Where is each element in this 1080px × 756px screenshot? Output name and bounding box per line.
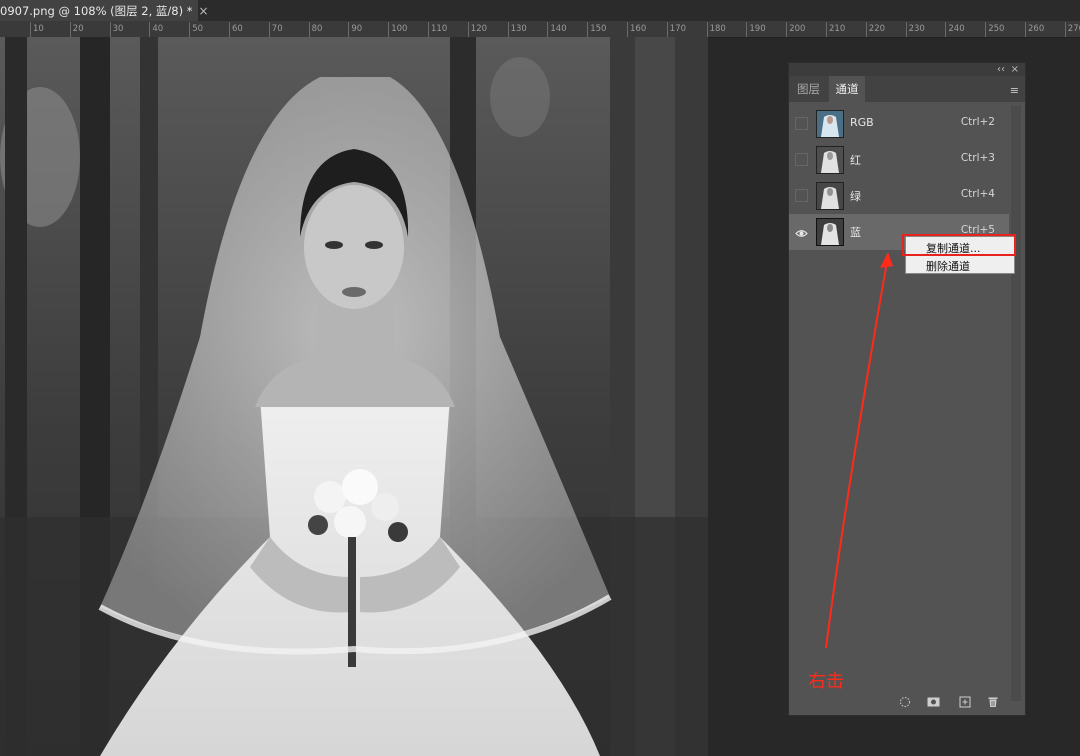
ruler-label: 180 [709,24,726,34]
ruler-label: 70 [271,24,283,34]
panel-tabs: 图层 通道 ≡ [789,76,1025,102]
photo [0,37,708,756]
ruler-tick [746,22,748,37]
collapse-icon[interactable]: ‹‹ [997,63,1005,76]
load-selection-icon[interactable] [899,693,911,707]
ruler-tick [1064,22,1066,37]
document-title: 0907.png @ 108% (图层 2, 蓝/8) * [0,3,193,18]
annotation-label: 右击 [808,671,844,692]
panel-menu-icon[interactable]: ≡ [1010,84,1019,97]
ruler-tick [268,22,270,37]
ruler-label: 220 [868,24,886,34]
channel-name: 绿 [850,190,861,203]
ruler-tick [308,22,310,37]
new-channel-icon[interactable] [959,693,971,708]
save-selection-icon[interactable] [927,693,940,707]
ruler-label: 190 [749,24,766,34]
horizontal-ruler[interactable]: 10 20 30 40 50 60 70 80 90 100 110 120 130 140 150 160 1… [0,21,1080,38]
ruler-label: 10 [33,24,44,34]
channel-thumbnail [816,218,844,246]
ruler-label: 170 [669,24,687,34]
ruler-tick [865,22,867,37]
ruler-tick [587,22,589,37]
ruler-tick [786,22,788,37]
ruler-tick [1025,22,1026,37]
channel-shortcut: Ctrl+4 [960,188,995,200]
ruler-label: 210 [829,24,846,34]
channel-shortcut: Ctrl+2 [960,116,995,128]
ruler-label: 230 [908,24,925,34]
ruler-tick [388,22,390,37]
channel-thumbnail [816,182,844,210]
ruler-label: 240 [948,24,965,34]
channel-row-rgb[interactable]: RGB Ctrl+2 [789,106,1009,142]
channel-row-red[interactable]: 红 Ctrl+3 [789,142,1009,178]
highlight-box [902,234,1016,256]
visibility-toggle[interactable] [795,153,808,166]
channel-name: 蓝 [850,226,861,239]
ruler-label: 260 [1028,24,1045,34]
trash-icon[interactable] [987,693,999,707]
channel-name: RGB [850,116,874,129]
ruler-tick [945,22,947,37]
ruler-label: 270 [1067,24,1080,34]
image-canvas[interactable] [0,37,708,756]
ruler-tick [229,22,230,37]
ruler-tick [109,22,111,37]
menu-item-delete-channel[interactable]: 删除通道 [926,258,970,274]
ruler-tick [348,22,350,37]
channels-panel: ‹‹ × 图层 通道 ≡ RGB Ctrl+2 红 Ctrl+3 绿 Ctrl+… [788,62,1026,716]
document-tab[interactable]: 0907.png @ 108% (图层 2, 蓝/8) * × [0,0,209,21]
ruler-label: 200 [789,24,806,34]
ruler-label: 60 [232,24,243,34]
ruler-tick [985,22,987,37]
ruler-tick [627,22,628,37]
ruler-tick [428,22,429,37]
eye-icon[interactable] [795,225,808,238]
close-panel-icon[interactable]: × [1011,63,1019,76]
ruler-tick [826,22,827,37]
ruler-label: 100 [391,24,408,34]
tab-layers[interactable]: 图层 [797,76,820,102]
ruler-label: 50 [192,24,204,34]
tab-channels[interactable]: 通道 [829,76,865,102]
ruler-tick [706,22,708,37]
visibility-toggle[interactable] [795,117,808,130]
channel-row-green[interactable]: 绿 Ctrl+4 [789,178,1009,214]
ruler-tick [507,22,509,37]
ruler-label: 140 [550,24,567,34]
ruler-tick [547,22,549,37]
close-icon[interactable]: × [199,4,209,18]
ruler-tick [30,22,31,37]
ruler-label: 80 [311,24,323,34]
ruler-label: 160 [630,24,647,34]
ruler-tick [467,22,469,37]
panel-header-strip: ‹‹ × [789,63,1025,76]
ruler-label: 40 [152,24,164,34]
document-tab-bar: 0907.png @ 108% (图层 2, 蓝/8) * × [0,0,1080,21]
ruler-label: 120 [470,24,488,34]
panel-scrollbar[interactable] [1011,106,1021,701]
ruler-tick [905,22,907,37]
channel-thumbnail [816,110,844,138]
ruler-label: 30 [112,24,124,34]
ruler-tick [149,22,151,37]
ruler-label: 130 [510,24,527,34]
channel-thumbnail [816,146,844,174]
ruler-tick [69,22,71,37]
channel-shortcut: Ctrl+3 [960,152,995,164]
ruler-label: 110 [431,24,448,34]
channel-name: 红 [850,154,861,167]
ruler-label: 150 [590,24,607,34]
ruler-label: 90 [351,24,363,34]
ruler-tick [189,22,191,37]
ruler-label: 250 [988,24,1005,34]
ruler-tick [666,22,668,37]
visibility-toggle[interactable] [795,189,808,202]
ruler-label: 20 [72,24,84,34]
